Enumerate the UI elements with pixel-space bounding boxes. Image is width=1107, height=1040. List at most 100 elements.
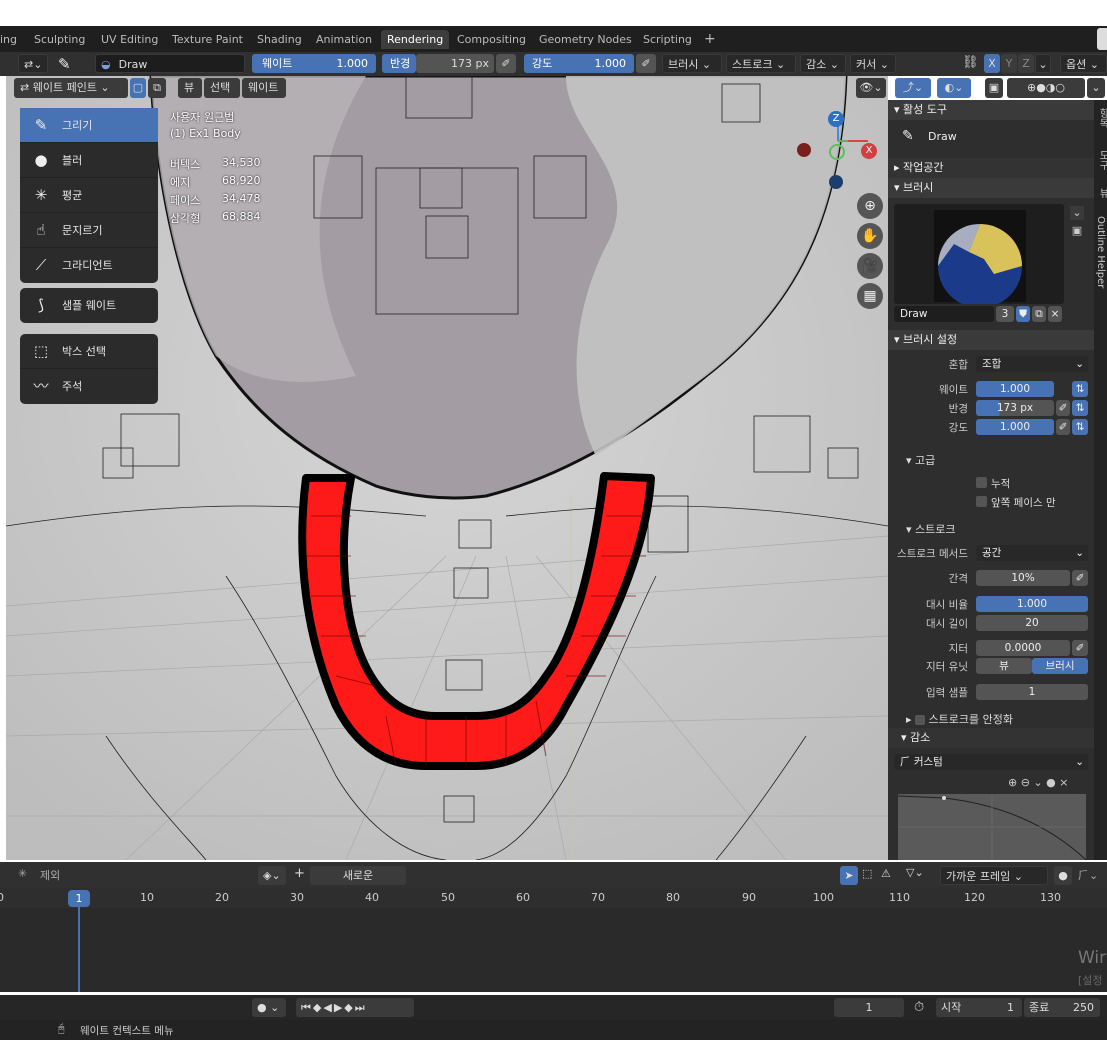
stabilize-header[interactable]: ▸ 스트로크를 안정화 bbox=[906, 711, 1013, 727]
strength-pressure-icon[interactable]: ✐ bbox=[636, 54, 656, 73]
falloff-curve-editor[interactable] bbox=[897, 794, 1087, 860]
falloff-header[interactable]: ▾ 감소 bbox=[888, 728, 1094, 748]
zoom-icon[interactable]: ⊕ bbox=[857, 193, 883, 219]
tool-annotate[interactable]: 〰 주석 bbox=[20, 369, 158, 404]
tool-draw[interactable]: ✎ 그리기 bbox=[20, 108, 158, 143]
spacing-field[interactable]: 10% bbox=[976, 570, 1070, 586]
ortho-grid-icon[interactable]: ▦ bbox=[857, 283, 883, 309]
filter-icon[interactable]: ▽⌄ bbox=[906, 866, 924, 879]
side-tab-item[interactable]: 항목 bbox=[1095, 108, 1107, 128]
stroke-method-dropdown[interactable]: 공간 ⌄ bbox=[976, 545, 1088, 561]
weight-slider[interactable]: 웨이트 1.000 bbox=[252, 54, 376, 73]
jitter-unit-brush[interactable]: 브러시 bbox=[1032, 658, 1088, 674]
visibility-icon[interactable]: 👁⌄ bbox=[856, 78, 886, 98]
frame-ruler[interactable] bbox=[0, 888, 1107, 908]
spacing-pressure-icon[interactable]: ✐ bbox=[1072, 570, 1088, 586]
axis-y-icon[interactable] bbox=[829, 144, 845, 160]
brush-expand-icon[interactable]: ⌄ bbox=[1070, 206, 1084, 220]
overlay-toggle-icon[interactable]: ◐⌄ bbox=[937, 78, 971, 98]
falloff-menu[interactable]: 감소 ⌄ bbox=[800, 54, 846, 73]
clock-icon[interactable]: ⏱ bbox=[914, 1000, 924, 1015]
side-tab-tool[interactable]: 도구 bbox=[1095, 150, 1107, 170]
tab-scripting[interactable]: Scripting bbox=[637, 30, 698, 49]
tab-geometry-nodes[interactable]: Geometry Nodes bbox=[533, 30, 638, 49]
playhead-frame[interactable]: 1 bbox=[68, 890, 90, 907]
duplicate-icon[interactable]: ⧉ bbox=[1032, 306, 1046, 322]
camera-icon[interactable]: 🎥 bbox=[857, 253, 883, 279]
radius-unified-icon[interactable]: ⇅ bbox=[1072, 400, 1088, 416]
tab-shading[interactable]: Shading bbox=[251, 30, 308, 49]
record-icon[interactable]: ● ⌄ bbox=[252, 998, 286, 1017]
shading-mode-icons[interactable]: ⊕●◑○ bbox=[1007, 78, 1085, 98]
curve-mode-icon[interactable]: ⺁⌄ bbox=[1078, 867, 1098, 883]
exclude-icon[interactable]: ✳ bbox=[18, 867, 27, 880]
blend-dropdown[interactable]: 조합 ⌄ bbox=[976, 356, 1088, 372]
mirror-y-toggle[interactable]: Y bbox=[1001, 54, 1017, 73]
mirror-x-toggle[interactable]: X bbox=[984, 54, 1000, 73]
dash-ratio-field[interactable]: 1.000 bbox=[976, 596, 1088, 612]
brush-name-field[interactable]: Draw bbox=[894, 306, 994, 322]
exclude-label[interactable]: 제외 bbox=[40, 867, 60, 883]
axis-neg-z-icon[interactable] bbox=[829, 175, 843, 189]
brushes-header[interactable]: ▾ 브러시 bbox=[888, 178, 1094, 198]
select-menu[interactable]: 선택 bbox=[204, 78, 240, 98]
tab-partial[interactable]: ing bbox=[0, 30, 23, 49]
3d-viewport[interactable]: ⇄ 웨이트 페인트 ⌄ ▢ ⧉ 뷰 선택 웨이트 👁⌄ ✎ 그리기 ● 블러 ✳ 평균… bbox=[6, 76, 888, 860]
radius-label-box[interactable]: 반경 bbox=[382, 54, 416, 73]
brush-preview[interactable] bbox=[894, 204, 1064, 308]
falloff-preset-dropdown[interactable]: ⺁ 커스텀 ⌄ bbox=[894, 754, 1088, 770]
mode-selector[interactable]: ⇄ 웨이트 페인트 ⌄ bbox=[14, 78, 128, 98]
fake-user-icon[interactable]: ⛊ bbox=[1016, 306, 1030, 322]
keying-icon[interactable]: ◈⌄ bbox=[258, 866, 286, 885]
select-arrow-icon[interactable]: ➤ bbox=[840, 866, 858, 885]
start-frame-field[interactable]: 시작 1 bbox=[936, 998, 1022, 1017]
tool-box-select[interactable]: ⬚ 박스 선택 bbox=[20, 334, 158, 369]
tool-smear[interactable]: ☝ 문지르기 bbox=[20, 213, 158, 248]
active-tool-header[interactable]: ▾ 활성 도구 bbox=[888, 100, 1094, 120]
tab-sculpting[interactable]: Sculpting bbox=[28, 30, 91, 49]
panel-radius-field[interactable]: 173 px bbox=[976, 400, 1054, 416]
vertex-mask-icon[interactable]: ⧉ bbox=[148, 78, 166, 98]
new-keyset-button[interactable]: 새로운 bbox=[310, 866, 406, 885]
brush-settings-header[interactable]: ▾ 브러시 설정 bbox=[888, 330, 1094, 350]
jitter-unit-view[interactable]: 뷰 bbox=[976, 658, 1032, 674]
tab-compositing[interactable]: Compositing bbox=[451, 30, 532, 49]
accumulate-checkbox[interactable] bbox=[976, 477, 987, 488]
mirror-z-toggle[interactable]: Z bbox=[1018, 54, 1034, 73]
view-menu[interactable]: 뷰 bbox=[178, 78, 202, 98]
brush-selector[interactable]: ◒ Draw bbox=[95, 54, 245, 73]
add-icon[interactable]: + bbox=[294, 866, 305, 881]
mirror-dropdown[interactable]: ⌄ bbox=[1035, 54, 1051, 73]
brush-image-icon[interactable]: ▣ bbox=[1070, 224, 1084, 238]
axis-x-icon[interactable]: X bbox=[861, 143, 877, 159]
add-workspace-button[interactable]: + bbox=[698, 30, 722, 49]
box-icon[interactable]: ⬚ bbox=[862, 867, 872, 880]
xray-icon[interactable]: ▣ bbox=[985, 78, 1003, 98]
gizmo-toggle-icon[interactable]: ⤴⌄ bbox=[895, 78, 931, 98]
axis-z-icon[interactable]: Z bbox=[828, 111, 844, 127]
end-frame-field[interactable]: 종료 250 bbox=[1024, 998, 1100, 1017]
brush-tool-icon[interactable]: ✎ bbox=[58, 55, 71, 73]
brush-users-count[interactable]: 3 bbox=[996, 306, 1014, 322]
front-faces-checkbox[interactable] bbox=[976, 496, 987, 507]
cursor-menu[interactable]: 커서 ⌄ bbox=[850, 54, 896, 73]
strength-slider[interactable]: 강도 1.000 bbox=[524, 54, 634, 73]
side-tab-view[interactable]: 뷰 bbox=[1095, 188, 1107, 198]
weight-unified-icon[interactable]: ⇅ bbox=[1072, 381, 1088, 397]
options-menu[interactable]: 옵션 ⌄ bbox=[1060, 54, 1107, 73]
stabilize-checkbox[interactable] bbox=[915, 715, 926, 725]
advanced-header[interactable]: ▾ 고급 bbox=[906, 452, 935, 468]
radius-field[interactable]: 173 px bbox=[416, 54, 494, 73]
strength-pressure-toggle-icon[interactable]: ✐ bbox=[1056, 419, 1070, 435]
stroke-menu[interactable]: 스트로크 ⌄ bbox=[726, 54, 796, 73]
input-samples-field[interactable]: 1 bbox=[976, 684, 1088, 700]
jitter-pressure-icon[interactable]: ✐ bbox=[1072, 640, 1088, 656]
dash-length-field[interactable]: 20 bbox=[976, 615, 1088, 631]
tab-texture-paint[interactable]: Texture Paint bbox=[166, 30, 249, 49]
tab-uv-editing[interactable]: UV Editing bbox=[95, 30, 164, 49]
panel-weight-field[interactable]: 1.000 bbox=[976, 381, 1054, 397]
tool-sample-weight[interactable]: ⟆ 샘플 웨이트 bbox=[20, 288, 158, 323]
tool-average[interactable]: ✳ 평균 bbox=[20, 178, 158, 213]
mask-toggle-icon[interactable]: ▢ bbox=[130, 78, 146, 98]
pan-hand-icon[interactable]: ✋ bbox=[857, 223, 883, 249]
